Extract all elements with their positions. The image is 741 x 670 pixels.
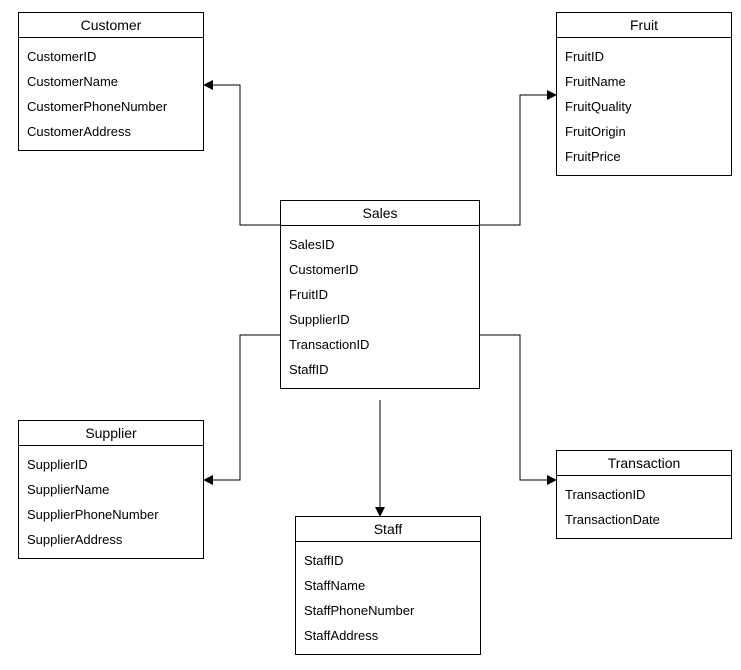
- attr: CustomerID: [27, 44, 195, 69]
- entity-attrs: FruitID FruitName FruitQuality FruitOrig…: [557, 38, 731, 175]
- attr: FruitID: [289, 282, 471, 307]
- entity-sales: Sales SalesID CustomerID FruitID Supplie…: [280, 200, 480, 389]
- entity-title: Transaction: [557, 451, 731, 476]
- attr: FruitPrice: [565, 144, 723, 169]
- entity-customer: Customer CustomerID CustomerName Custome…: [18, 12, 204, 151]
- attr: CustomerID: [289, 257, 471, 282]
- attr: CustomerName: [27, 69, 195, 94]
- attr: SupplierPhoneNumber: [27, 502, 195, 527]
- attr: SupplierName: [27, 477, 195, 502]
- attr: FruitName: [565, 69, 723, 94]
- entity-title: Fruit: [557, 13, 731, 38]
- entity-fruit: Fruit FruitID FruitName FruitQuality Fru…: [556, 12, 732, 176]
- entity-title: Supplier: [19, 421, 203, 446]
- entity-supplier: Supplier SupplierID SupplierName Supplie…: [18, 420, 204, 559]
- entity-attrs: SupplierID SupplierName SupplierPhoneNum…: [19, 446, 203, 558]
- entity-transaction: Transaction TransactionID TransactionDat…: [556, 450, 732, 539]
- attr: SalesID: [289, 232, 471, 257]
- attr: StaffID: [304, 548, 472, 573]
- attr: SupplierID: [27, 452, 195, 477]
- attr: StaffName: [304, 573, 472, 598]
- attr: SupplierID: [289, 307, 471, 332]
- attr: StaffID: [289, 357, 471, 382]
- entity-title: Sales: [281, 201, 479, 226]
- attr: CustomerPhoneNumber: [27, 94, 195, 119]
- attr: TransactionID: [289, 332, 471, 357]
- entity-staff: Staff StaffID StaffName StaffPhoneNumber…: [295, 516, 481, 655]
- entity-attrs: TransactionID TransactionDate: [557, 476, 731, 538]
- entity-title: Staff: [296, 517, 480, 542]
- attr: SupplierAddress: [27, 527, 195, 552]
- attr: FruitQuality: [565, 94, 723, 119]
- entity-title: Customer: [19, 13, 203, 38]
- attr: CustomerAddress: [27, 119, 195, 144]
- entity-attrs: StaffID StaffName StaffPhoneNumber Staff…: [296, 542, 480, 654]
- attr: FruitOrigin: [565, 119, 723, 144]
- attr: FruitID: [565, 44, 723, 69]
- entity-attrs: CustomerID CustomerName CustomerPhoneNum…: [19, 38, 203, 150]
- attr: TransactionDate: [565, 507, 723, 532]
- attr: StaffPhoneNumber: [304, 598, 472, 623]
- entity-attrs: SalesID CustomerID FruitID SupplierID Tr…: [281, 226, 479, 388]
- attr: TransactionID: [565, 482, 723, 507]
- attr: StaffAddress: [304, 623, 472, 648]
